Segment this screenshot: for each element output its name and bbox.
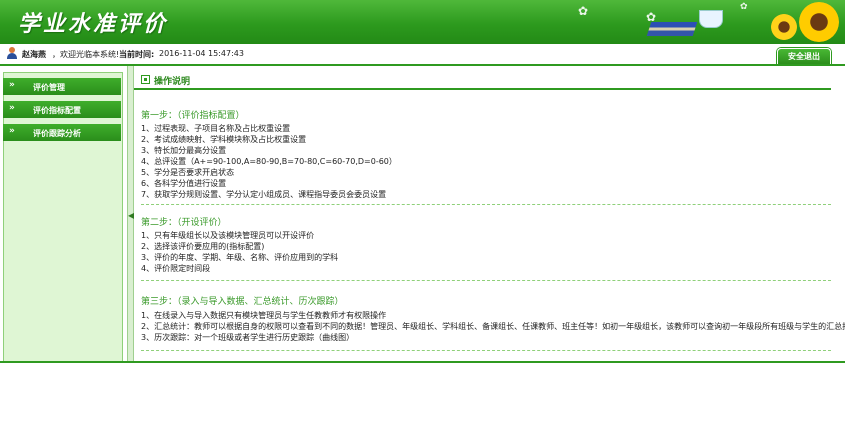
list-item: 4、评价限定时间段 bbox=[141, 264, 211, 273]
list-item: 1、只有年级组长以及该模块管理员可以开设评价 bbox=[141, 231, 315, 240]
sidebar: » 评价管理 » 评价指标配置 » 评价跟踪分析 bbox=[0, 66, 127, 363]
current-time-value: 2016-11-04 15:47:43 bbox=[159, 49, 244, 58]
divider bbox=[141, 350, 831, 351]
divider bbox=[141, 280, 831, 281]
welcome-text: ，欢迎光临本系统! bbox=[52, 50, 120, 59]
flower-decoration-icon: ✿ bbox=[740, 2, 748, 12]
panel-header: 操作说明 bbox=[134, 72, 831, 90]
sidebar-item-indicator-config[interactable]: » 评价指标配置 bbox=[3, 101, 121, 118]
sidebar-item-label: 评价指标配置 bbox=[33, 106, 81, 115]
list-item: 3、特长加分最高分设置 bbox=[141, 146, 227, 155]
divider bbox=[141, 204, 831, 205]
step-2-list: 1、只有年级组长以及该模块管理员可以开设评价 2、选择该评价要应用的(指标配置)… bbox=[141, 230, 338, 274]
list-item: 1、过程表现、子项目名称及占比权重设置 bbox=[141, 124, 291, 133]
user-icon bbox=[6, 47, 18, 59]
sidebar-item-label: 评价管理 bbox=[33, 83, 65, 92]
step-1-title: 第一步：（评价指标配置） bbox=[141, 111, 245, 121]
panel-title: 操作说明 bbox=[154, 77, 191, 87]
list-item: 7、获取学分规则设置、学分认定小组成员、课程指导委员会委员设置 bbox=[141, 190, 387, 199]
list-item: 2、考试成绩映射、学科模块称及占比权重设置 bbox=[141, 135, 307, 144]
step-3-list: 1、在线录入与导入数据只有模块管理员与学生任教教师才有权限操作 2、汇总统计：教… bbox=[141, 310, 845, 343]
current-time-label: 当前时间: bbox=[119, 50, 155, 59]
user-name: 赵海燕 bbox=[22, 50, 46, 59]
app-title: 学业水准评价 bbox=[18, 11, 169, 37]
sidebar-item-label: 评价跟踪分析 bbox=[33, 129, 81, 138]
footer-border bbox=[0, 361, 845, 363]
list-item: 2、选择该评价要应用的(指标配置) bbox=[141, 242, 265, 251]
logout-button[interactable]: 安全退出 bbox=[777, 48, 831, 64]
double-chevron-icon: » bbox=[9, 80, 15, 90]
list-item: 1、在线录入与导入数据只有模块管理员与学生任教教师才有权限操作 bbox=[141, 311, 387, 320]
list-item: 3、评价的年度、学期、年级、名称、评价应用到的学科 bbox=[141, 253, 339, 262]
list-item: 6、各科学分值进行设置 bbox=[141, 179, 227, 188]
cup-decoration bbox=[699, 10, 723, 28]
list-item: 4、总评设置（A+=90-100,A=80-90,B=70-80,C=60-70… bbox=[141, 157, 397, 166]
sunflower-decoration bbox=[771, 14, 797, 40]
list-item: 2、汇总统计：教师可以根据自身的权限可以查看到不同的数据！管理员、年级组长、学科… bbox=[141, 322, 845, 331]
step-1-list: 1、过程表现、子项目名称及占比权重设置 2、考试成绩映射、学科模块称及占比权重设… bbox=[141, 123, 397, 200]
list-item: 5、学分是否要求开启状态 bbox=[141, 168, 235, 177]
sunflower-decoration bbox=[799, 2, 839, 42]
double-chevron-icon: » bbox=[9, 126, 15, 136]
sidebar-item-evaluation-management[interactable]: » 评价管理 bbox=[3, 78, 121, 95]
double-chevron-icon: » bbox=[9, 103, 15, 113]
list-item: 3、历次跟踪：对一个班级或者学生进行历史跟踪（曲线图） bbox=[141, 333, 355, 342]
user-bar: 赵海燕 ，欢迎光临本系统! 当前时间: 2016-11-04 15:47:43 … bbox=[0, 44, 845, 66]
step-3-title: 第三步：（录入与导入数据、汇总统计、历次跟踪） bbox=[141, 297, 344, 307]
step-2-title: 第二步：（开设评价） bbox=[141, 218, 227, 228]
sidebar-item-tracking-analysis[interactable]: » 评价跟踪分析 bbox=[3, 124, 121, 141]
app-header: 学业水准评价 ✿ ✿ ✿ bbox=[0, 0, 845, 44]
books-decoration bbox=[646, 22, 698, 36]
sidebar-toggle-splitter[interactable]: ◀ bbox=[127, 66, 134, 361]
flower-decoration-icon: ✿ bbox=[578, 4, 589, 18]
main-content: 操作说明 第一步：（评价指标配置） 1、过程表现、子项目名称及占比权重设置 2、… bbox=[134, 66, 845, 361]
panel-bullet-icon bbox=[141, 75, 150, 84]
